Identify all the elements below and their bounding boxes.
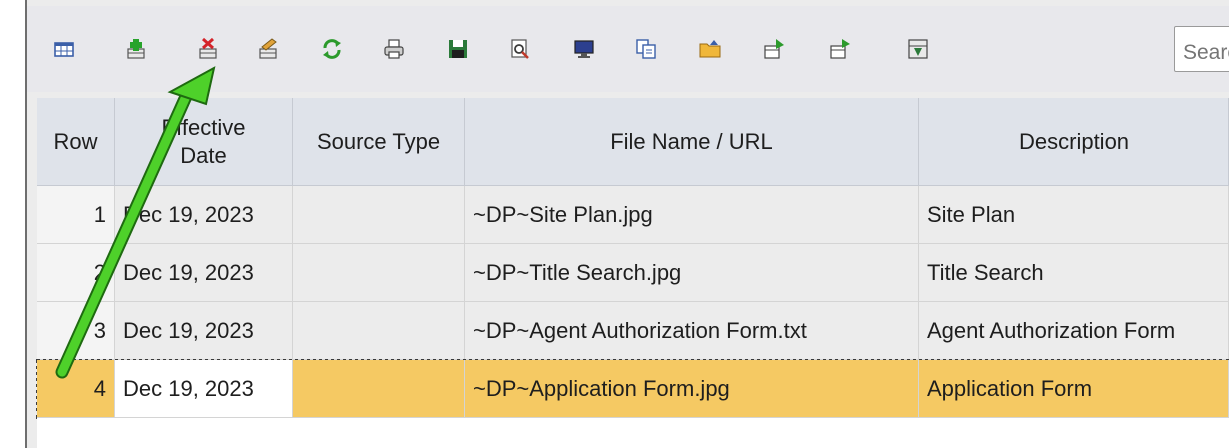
source-type-cell[interactable]	[293, 302, 465, 360]
export-alt-icon	[830, 39, 850, 59]
save-button[interactable]	[445, 36, 471, 62]
row-number: 2	[37, 244, 115, 302]
copy-icon	[636, 39, 656, 59]
monitor-button[interactable]	[571, 36, 597, 62]
documents-grid: Row Effective Date Source Type File Name…	[36, 98, 1229, 419]
file-name-cell[interactable]: ~DP~Title Search.jpg	[465, 244, 919, 302]
print-icon	[384, 39, 404, 59]
export-alt-button[interactable]	[827, 36, 853, 62]
description-cell[interactable]: Title Search	[919, 244, 1229, 302]
description-cell[interactable]: Site Plan	[919, 186, 1229, 244]
grid-view-button[interactable]	[51, 36, 77, 62]
search-input[interactable]	[1174, 26, 1229, 72]
effective-date-cell[interactable]: Dec 19, 2023	[115, 244, 293, 302]
open-folder-button[interactable]	[697, 36, 723, 62]
file-name-cell[interactable]: ~DP~Agent Authorization Form.txt	[465, 302, 919, 360]
monitor-icon	[574, 40, 594, 58]
edit-row-icon	[259, 38, 277, 59]
delete-row-icon	[199, 37, 217, 59]
toolbar	[27, 6, 1229, 92]
column-header-effective-date[interactable]: Effective Date	[115, 98, 293, 186]
open-folder-icon	[699, 40, 721, 58]
file-name-cell[interactable]: ~DP~Site Plan.jpg	[465, 186, 919, 244]
row-number: 3	[37, 302, 115, 360]
table-row[interactable]: 2 Dec 19, 2023 ~DP~Title Search.jpg Titl…	[37, 244, 1229, 302]
source-type-cell[interactable]	[293, 186, 465, 244]
column-header-file-name[interactable]: File Name / URL	[465, 98, 919, 186]
table-row-selected[interactable]: 4 Dec 19, 2023 ~DP~Application Form.jpg …	[36, 359, 1229, 419]
column-header-source-type[interactable]: Source Type	[293, 98, 465, 186]
row-number: 1	[37, 186, 115, 244]
table-row[interactable]: 1 Dec 19, 2023 ~DP~Site Plan.jpg Site Pl…	[37, 186, 1229, 244]
effective-date-cell[interactable]: Dec 19, 2023	[115, 302, 293, 360]
description-cell[interactable]: Agent Authorization Form	[919, 302, 1229, 360]
grid-empty-area	[37, 418, 1229, 448]
row-number: 4	[37, 360, 115, 418]
export-button[interactable]	[761, 36, 787, 62]
effective-date-cell[interactable]: Dec 19, 2023	[115, 360, 293, 418]
column-header-row[interactable]: Row	[37, 98, 115, 186]
copy-button[interactable]	[633, 36, 659, 62]
print-button[interactable]	[381, 36, 407, 62]
left-panel-edge	[0, 0, 27, 448]
refresh-icon	[323, 39, 341, 59]
preview-icon	[511, 39, 529, 59]
refresh-button[interactable]	[319, 36, 345, 62]
export-icon	[764, 39, 784, 59]
grid-view-icon	[54, 42, 74, 57]
effective-date-cell[interactable]: Dec 19, 2023	[115, 186, 293, 244]
import-button[interactable]	[905, 36, 931, 62]
column-header-description[interactable]: Description	[919, 98, 1229, 186]
source-type-cell[interactable]	[293, 244, 465, 302]
add-row-button[interactable]	[123, 36, 149, 62]
description-cell[interactable]: Application Form	[919, 360, 1229, 418]
import-icon	[908, 39, 928, 59]
edit-row-button[interactable]	[255, 36, 281, 62]
save-icon	[449, 40, 467, 58]
delete-row-button[interactable]	[195, 36, 221, 62]
source-type-cell[interactable]	[293, 360, 465, 418]
file-name-cell[interactable]: ~DP~Application Form.jpg	[465, 360, 919, 418]
add-row-icon	[127, 39, 145, 59]
preview-button[interactable]	[507, 36, 533, 62]
table-row[interactable]: 3 Dec 19, 2023 ~DP~Agent Authorization F…	[37, 302, 1229, 360]
